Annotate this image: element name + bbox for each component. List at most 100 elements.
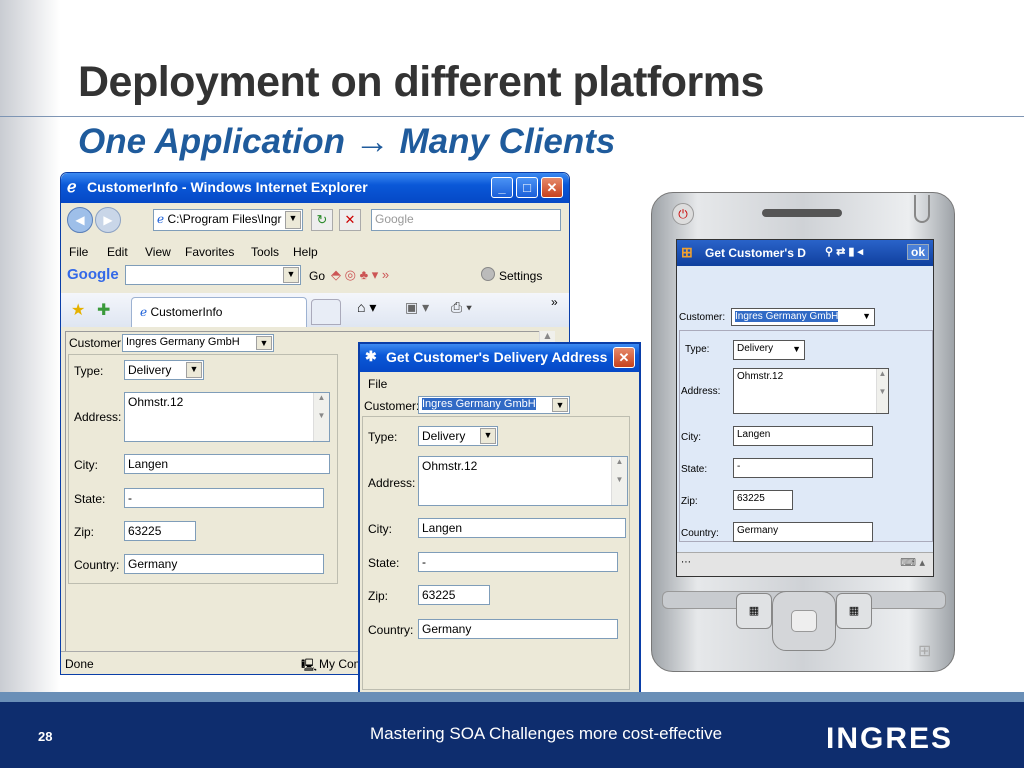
dialog-address-value: Ohmstr.12 xyxy=(422,459,478,473)
pda-country-field[interactable]: Germany xyxy=(733,522,873,542)
stop-icon[interactable]: ✕ xyxy=(339,209,361,231)
pda-customer-dropdown-icon[interactable]: ▼ xyxy=(862,311,871,321)
tab-page-icon: ℯ xyxy=(140,305,151,319)
state-field[interactable]: - xyxy=(124,488,324,508)
menu-help[interactable]: Help xyxy=(293,245,318,259)
customer-select-value: Ingres Germany GmbH xyxy=(126,336,240,348)
speaker-grille xyxy=(762,209,842,217)
title-divider xyxy=(0,116,1024,117)
dialog-type-dropdown-icon[interactable]: ▼ xyxy=(480,428,496,444)
footer-text: Mastering SOA Challenges more cost-effec… xyxy=(370,724,723,743)
dialog-customer-dropdown-icon[interactable]: ▼ xyxy=(552,398,568,412)
ie-titlebar[interactable]: ℯ CustomerInfo - Windows Internet Explor… xyxy=(61,173,569,203)
dialog-address-scrollbar[interactable]: ▲ ▼ xyxy=(611,457,627,505)
dialog-titlebar[interactable]: ✱ Get Customer's Delivery Address ✕ xyxy=(360,344,639,372)
menu-tools[interactable]: Tools xyxy=(251,245,279,259)
dialog-zip-field[interactable]: 63225 xyxy=(418,585,490,605)
close-button[interactable]: ✕ xyxy=(541,177,563,198)
menu-edit[interactable]: Edit xyxy=(107,245,128,259)
address-scrollbar[interactable]: ▲ ▼ xyxy=(313,393,329,441)
pda-address-scrollbar[interactable]: ▲ ▼ xyxy=(876,369,888,413)
pda-zip-field[interactable]: 63225 xyxy=(733,490,793,510)
ie-window-title: CustomerInfo - Windows Internet Explorer xyxy=(87,179,368,195)
slide-title: Deployment on different platforms xyxy=(78,58,764,106)
maximize-button[interactable]: □ xyxy=(516,177,538,198)
settings-icon xyxy=(481,267,495,281)
calendar-button-icon[interactable]: ▦ xyxy=(736,593,772,629)
country-field[interactable]: Germany xyxy=(124,554,324,574)
dialog-country-field[interactable]: Germany xyxy=(418,619,618,639)
dialog-type-select[interactable]: Delivery ▼ xyxy=(418,426,498,446)
dialog-customer-select[interactable]: Ingres Germany GmbH ▼ xyxy=(418,396,570,414)
power-button-icon[interactable]: ⏻ xyxy=(672,203,694,225)
footer-band xyxy=(0,692,1024,702)
refresh-icon[interactable]: ↻ xyxy=(311,209,333,231)
add-favorite-icon[interactable]: ✚ xyxy=(97,300,110,320)
pda-address-textarea[interactable]: Ohmstr.12 ▲ ▼ xyxy=(733,368,889,414)
favorites-star-icon[interactable]: ★ xyxy=(71,300,85,320)
keyboard-icon[interactable]: ⌨ ▴ xyxy=(900,556,925,569)
zone-computer-icon: 🖳 xyxy=(301,658,318,672)
type-select[interactable]: Delivery ▼ xyxy=(124,360,204,380)
zip-field[interactable]: 63225 xyxy=(124,521,196,541)
pda-titlebar: ⊞ Get Customer's D ⚲ ⇄ ▮ ◂ ok xyxy=(677,240,933,266)
dialog-close-button[interactable]: ✕ xyxy=(613,347,635,368)
pda-customer-select[interactable]: Ingres Germany GmbH ▼ xyxy=(731,308,875,326)
windows-start-icon[interactable]: ⊞ xyxy=(681,244,693,261)
minimize-button[interactable]: _ xyxy=(491,177,513,198)
dialog-country-label: Country: xyxy=(368,623,414,637)
pda-city-field[interactable]: Langen xyxy=(733,426,873,446)
google-search-input[interactable]: ▼ xyxy=(125,265,301,285)
menu-file[interactable]: File xyxy=(69,245,88,259)
back-icon[interactable]: ◀ xyxy=(67,207,93,233)
google-dropdown-icon[interactable]: ▼ xyxy=(283,267,299,283)
pda-state-field[interactable]: - xyxy=(733,458,873,478)
pda-address-value: Ohmstr.12 xyxy=(737,371,784,382)
more-chevron-icon[interactable]: » xyxy=(551,295,558,309)
dpad-center-button[interactable] xyxy=(791,610,817,632)
pda-ok-button[interactable]: ok xyxy=(906,244,929,260)
state-label: State: xyxy=(74,492,106,506)
dialog-customer-value: Ingres Germany GmbH xyxy=(422,398,536,410)
address-value: Ohmstr.12 xyxy=(128,395,184,409)
pda-menu-dots-icon[interactable]: ⋯ xyxy=(681,557,691,568)
pocket-pc-device: ⏻ ⊞ Get Customer's D ⚲ ⇄ ▮ ◂ ok Customer… xyxy=(651,192,955,672)
google-go-button[interactable]: Go xyxy=(309,269,325,283)
feeds-icon[interactable]: ▣ ▾ xyxy=(405,299,429,316)
dialog-city-field[interactable]: Langen xyxy=(418,518,626,538)
dpad[interactable] xyxy=(772,591,836,651)
toolbar-extras-icon[interactable]: ⬘ ◎ ♣ ▾ » xyxy=(331,267,389,283)
menu-favorites[interactable]: Favorites xyxy=(185,245,234,259)
contacts-button-icon[interactable]: ▦ xyxy=(836,593,872,629)
slide-footer: 28 Mastering SOA Challenges more cost-ef… xyxy=(0,702,1024,768)
address-dropdown-icon[interactable]: ▼ xyxy=(285,211,301,229)
city-field[interactable]: Langen xyxy=(124,454,330,474)
tab-customerinfo[interactable]: ℯ CustomerInfo xyxy=(131,297,307,327)
dialog-window: ✱ Get Customer's Delivery Address ✕ File… xyxy=(358,342,641,694)
tab-label: CustomerInfo xyxy=(150,305,223,319)
forward-icon[interactable]: ▶ xyxy=(95,207,121,233)
ie-nav-bar: ◀ ▶ ℯ C:\Program Files\Ingr ▼ ↻ ✕ Google xyxy=(61,205,569,235)
pda-address-label: Address: xyxy=(681,386,721,397)
search-input[interactable]: Google xyxy=(371,209,561,231)
address-textarea[interactable]: Ohmstr.12 ▲ ▼ xyxy=(124,392,330,442)
dialog-state-field[interactable]: - xyxy=(418,552,618,572)
dialog-address-textarea[interactable]: Ohmstr.12 ▲ ▼ xyxy=(418,456,628,506)
customer-select[interactable]: Ingres Germany GmbH ▼ xyxy=(122,334,274,352)
customer-dropdown-icon[interactable]: ▼ xyxy=(256,336,272,350)
dialog-app-icon: ✱ xyxy=(365,348,377,364)
print-icon[interactable]: ⎙ ▾ xyxy=(451,299,472,316)
dialog-menu-file[interactable]: File xyxy=(368,377,387,391)
page-icon: ℯ xyxy=(157,212,168,226)
address-bar[interactable]: ℯ C:\Program Files\Ingr ▼ xyxy=(153,209,303,231)
pda-type-select[interactable]: Delivery ▼ xyxy=(733,340,805,360)
pda-menu-bar: ⋯ ⌨ ▴ xyxy=(677,552,933,576)
pda-screen: ⊞ Get Customer's D ⚲ ⇄ ▮ ◂ ok Customer: … xyxy=(676,239,934,577)
type-dropdown-icon[interactable]: ▼ xyxy=(186,362,202,378)
menu-view[interactable]: View xyxy=(145,245,171,259)
new-tab-button[interactable] xyxy=(311,299,341,325)
pda-zip-label: Zip: xyxy=(681,496,698,507)
pda-type-dropdown-icon[interactable]: ▼ xyxy=(792,344,801,354)
google-settings-button[interactable]: Settings xyxy=(499,269,542,283)
home-icon[interactable]: ⌂ ▾ xyxy=(357,299,376,316)
